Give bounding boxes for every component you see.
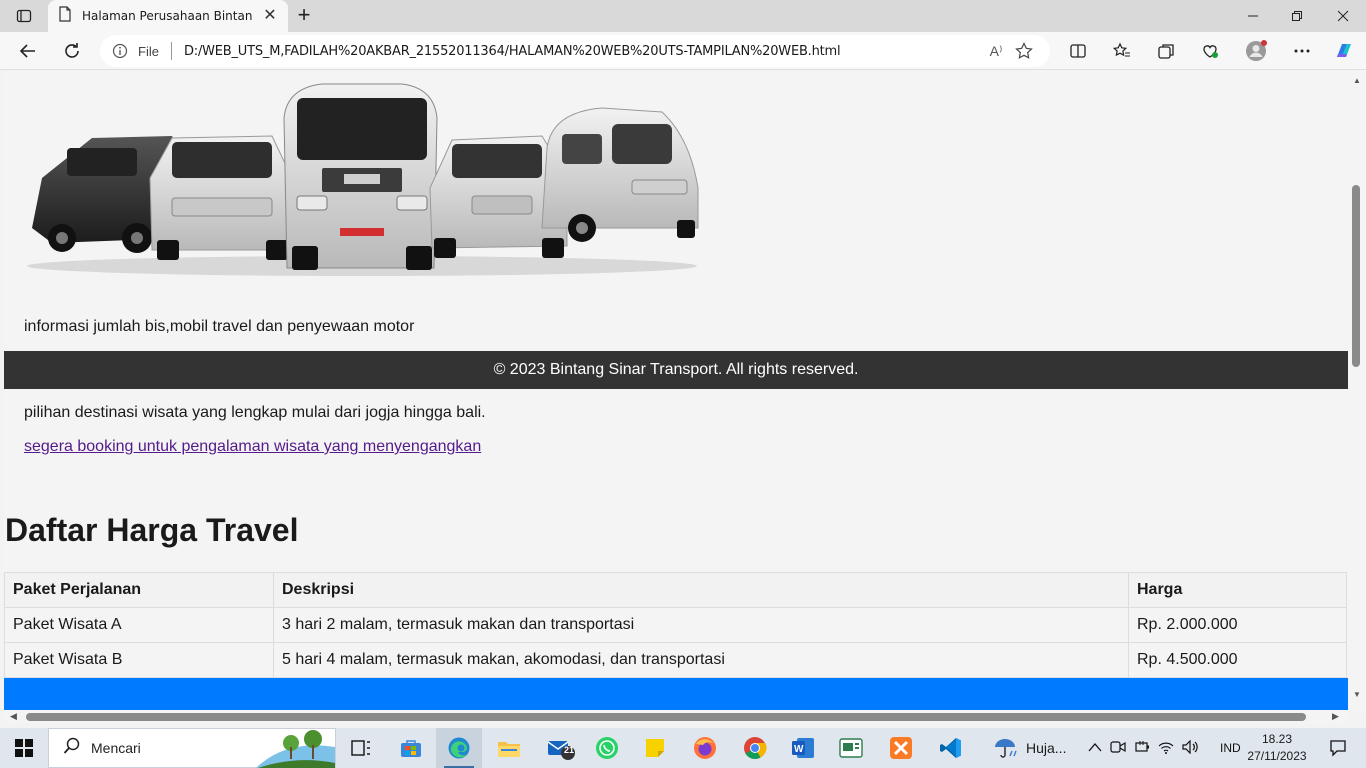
table-cell: Rp. 2.000.000: [1128, 607, 1347, 643]
search-icon: [63, 737, 81, 760]
browser-tab-active[interactable]: Halaman Perusahaan Bintang sinar ✕: [48, 0, 288, 32]
copilot-icon[interactable]: [1328, 35, 1360, 67]
whatsapp-icon[interactable]: [584, 728, 630, 768]
chrome-icon[interactable]: [732, 728, 778, 768]
browser-toolbar: File D:/WEB_UTS_M,FADILAH%20AKBAR_215520…: [0, 32, 1366, 70]
back-icon[interactable]: [12, 35, 44, 67]
language-indicator[interactable]: IND: [1220, 741, 1241, 755]
notification-center-icon[interactable]: [1318, 728, 1358, 768]
windows-taskbar: Mencari 21 W Huja... IND 18.23 27/11/202…: [0, 728, 1366, 768]
tab-actions-icon[interactable]: [8, 4, 40, 28]
collections-icon[interactable]: [1150, 35, 1182, 67]
price-table: Paket Perjalanan Deskripsi Harga Paket W…: [4, 572, 1347, 678]
destination-text: pilihan destinasi wisata yang lengkap mu…: [24, 404, 486, 421]
svg-text:W: W: [794, 744, 804, 755]
mail-badge: 21: [564, 745, 575, 755]
close-window-icon[interactable]: [1320, 0, 1366, 32]
minimize-icon[interactable]: [1230, 0, 1276, 32]
table-cell: Rp. 4.500.000: [1128, 642, 1347, 678]
info-icon[interactable]: [112, 43, 132, 59]
more-options-icon[interactable]: [1286, 35, 1318, 67]
microsoft-store-icon[interactable]: [388, 728, 434, 768]
table-cell: 3 hari 2 malam, termasuk makan dan trans…: [273, 607, 1129, 643]
copyright-text: © 2023 Bintang Sinar Transport. All righ…: [493, 361, 859, 378]
horizontal-scrollbar[interactable]: ◀ ▶: [4, 710, 1348, 724]
new-tab-icon[interactable]: +: [292, 4, 316, 28]
file-explorer-icon[interactable]: [486, 728, 532, 768]
address-bar[interactable]: File D:/WEB_UTS_M,FADILAH%20AKBAR_215520…: [100, 35, 1050, 67]
read-aloud-icon[interactable]: A⁾: [982, 37, 1010, 65]
table-row: Paket Wisata A 3 hari 2 malam, termasuk …: [4, 607, 1347, 643]
favorite-star-icon[interactable]: [1010, 37, 1038, 65]
weather-widget[interactable]: Huja...: [992, 728, 1066, 768]
blue-banner: [4, 678, 1348, 710]
horizontal-scroll-thumb[interactable]: [26, 713, 1306, 721]
search-placeholder: Mencari: [91, 740, 141, 756]
system-clock[interactable]: 18.23 27/11/2023: [1244, 731, 1310, 765]
web-page: informasi jumlah bis,mobil travel dan pe…: [4, 70, 1348, 710]
taskbar-search[interactable]: Mencari: [48, 728, 336, 768]
table-header-row: Paket Perjalanan Deskripsi Harga: [4, 572, 1347, 608]
scroll-up-icon[interactable]: ▲: [1352, 76, 1362, 86]
table-row: Paket Wisata B 5 hari 4 malam, termasuk …: [4, 642, 1347, 678]
sticky-notes-icon[interactable]: [632, 728, 678, 768]
tab-close-icon[interactable]: ✕: [262, 8, 278, 24]
xampp-icon[interactable]: [878, 728, 924, 768]
edge-browser-icon[interactable]: [436, 728, 482, 768]
table-header-cell: Paket Perjalanan: [4, 572, 274, 608]
intro-text: informasi jumlah bis,mobil travel dan pe…: [24, 318, 415, 335]
table-cell: Paket Wisata A: [4, 607, 274, 643]
presentation-app-icon[interactable]: [828, 728, 874, 768]
table-header-cell: Harga: [1128, 572, 1347, 608]
clock-time: 18.23: [1261, 732, 1293, 746]
vertical-scroll-thumb[interactable]: [1352, 185, 1360, 367]
firefox-icon[interactable]: [682, 728, 728, 768]
profile-avatar[interactable]: [1240, 35, 1272, 67]
page-icon: [58, 5, 72, 27]
wifi-icon[interactable]: [1158, 740, 1174, 757]
system-tray: IND: [1088, 728, 1241, 768]
vertical-scrollbar[interactable]: ▲ ▼: [1348, 70, 1366, 710]
mail-icon[interactable]: 21: [538, 728, 584, 768]
address-divider: [170, 42, 172, 60]
table-cell: Paket Wisata B: [4, 642, 274, 678]
rain-umbrella-icon: [992, 735, 1018, 762]
vehicle-fleet-image: [22, 78, 702, 278]
volume-icon[interactable]: [1182, 739, 1200, 757]
vscode-icon[interactable]: [928, 728, 974, 768]
scroll-right-icon[interactable]: ▶: [1332, 711, 1339, 722]
word-icon[interactable]: W: [780, 728, 826, 768]
price-section-title: Daftar Harga Travel: [5, 512, 299, 548]
battery-icon[interactable]: [1134, 740, 1150, 757]
clock-date: 27/11/2023: [1247, 749, 1307, 763]
browser-title-bar: Halaman Perusahaan Bintang sinar ✕ +: [0, 0, 1366, 32]
favorites-icon[interactable]: [1106, 35, 1138, 67]
performance-icon[interactable]: [1194, 35, 1226, 67]
restore-icon[interactable]: [1274, 0, 1320, 32]
windows-start-icon[interactable]: [0, 728, 48, 768]
weather-text: Huja...: [1026, 740, 1067, 756]
table-cell: 5 hari 4 malam, termasuk makan, akomodas…: [273, 642, 1129, 678]
show-hidden-icons-chevron-icon[interactable]: [1088, 741, 1102, 755]
scheme-label: File: [138, 43, 159, 59]
url-text[interactable]: D:/WEB_UTS_M,FADILAH%20AKBAR_21552011364…: [184, 44, 982, 59]
tab-title: Halaman Perusahaan Bintang sinar: [82, 9, 252, 23]
footer-bar: © 2023 Bintang Sinar Transport. All righ…: [4, 351, 1348, 389]
booking-link[interactable]: segera booking untuk pengalaman wisata y…: [24, 438, 481, 456]
task-view-icon[interactable]: [338, 728, 384, 768]
table-header-cell: Deskripsi: [273, 572, 1129, 608]
split-screen-icon[interactable]: [1062, 35, 1094, 67]
search-highlight-icon: [256, 730, 335, 768]
scroll-down-icon[interactable]: ▼: [1352, 690, 1362, 700]
scroll-left-icon[interactable]: ◀: [10, 711, 17, 722]
refresh-icon[interactable]: [56, 35, 88, 67]
meet-now-icon[interactable]: [1110, 740, 1126, 757]
